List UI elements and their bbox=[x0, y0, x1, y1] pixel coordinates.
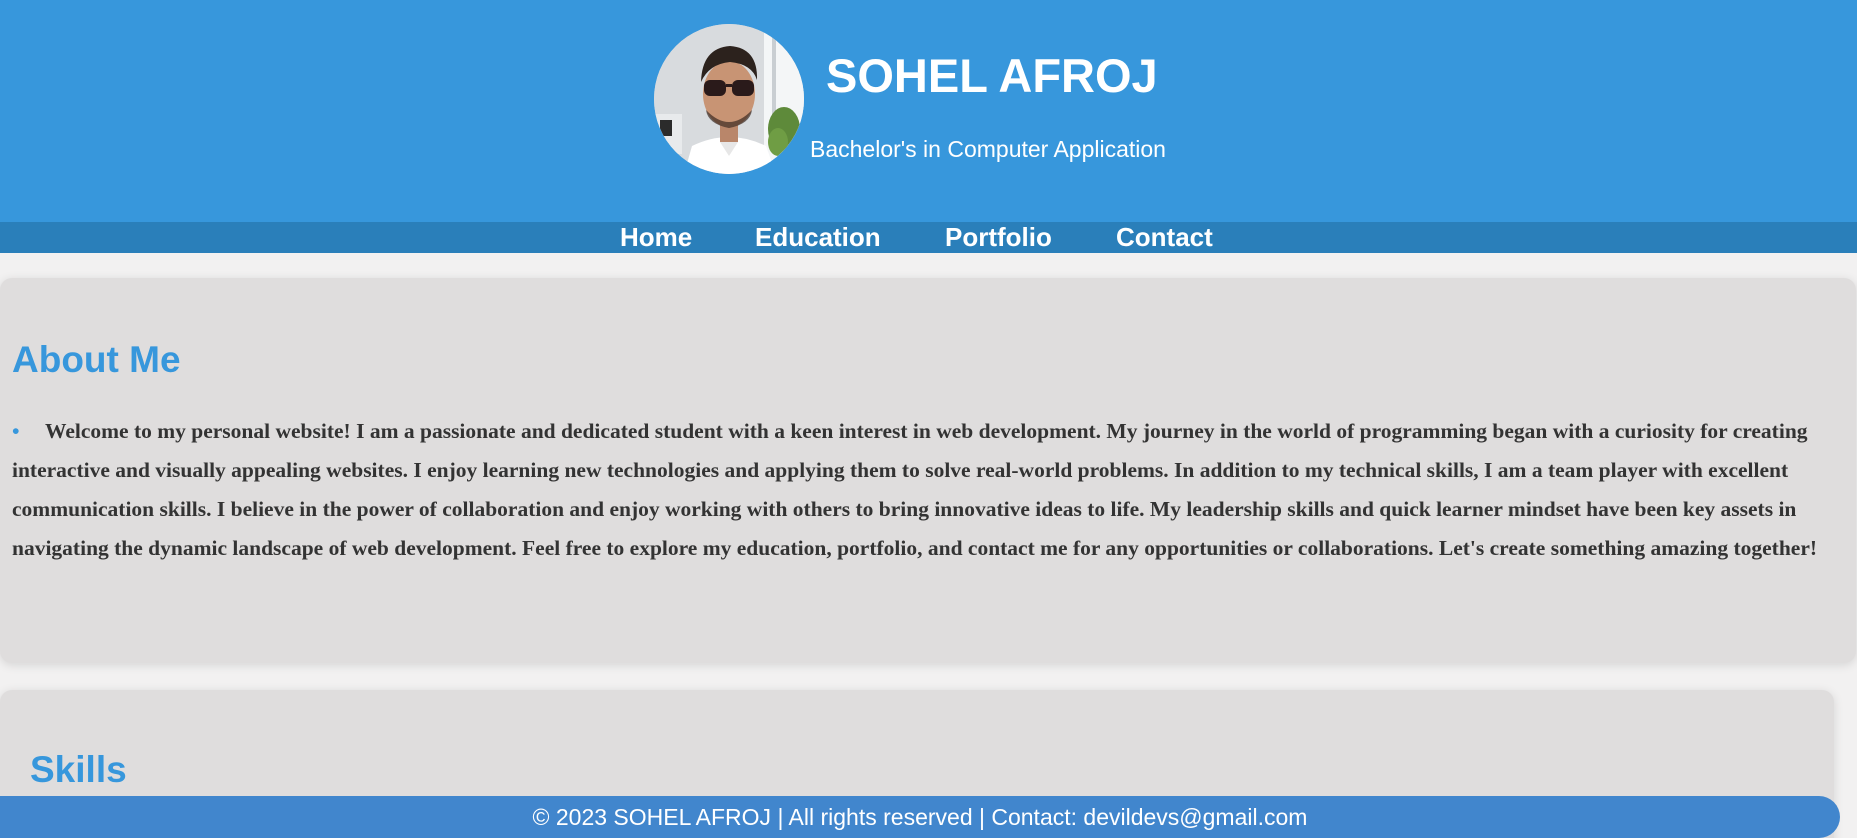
profile-avatar bbox=[654, 24, 804, 174]
site-footer: © 2023 SOHEL AFROJ | All rights reserved… bbox=[0, 796, 1840, 838]
skills-title: Skills bbox=[30, 749, 127, 790]
nav-link-portfolio[interactable]: Portfolio bbox=[945, 222, 1052, 253]
bullet-icon: • bbox=[12, 419, 20, 443]
about-section: About Me • Welcome to my personal website… bbox=[0, 278, 1856, 663]
nav-link-education[interactable]: Education bbox=[755, 222, 881, 253]
about-paragraph: • Welcome to my personal website! I am a … bbox=[12, 412, 1842, 568]
site-header: SOHEL AFROJ Bachelor's in Computer Appli… bbox=[0, 0, 1857, 222]
nav-link-contact[interactable]: Contact bbox=[1116, 222, 1213, 253]
site-name: SOHEL AFROJ bbox=[826, 49, 1158, 102]
main-nav: Home Education Portfolio Contact bbox=[0, 222, 1857, 253]
site-tagline: Bachelor's in Computer Application bbox=[810, 136, 1166, 162]
about-text: Welcome to my personal website! I am a p… bbox=[12, 419, 1818, 560]
footer-text: © 2023 SOHEL AFROJ | All rights reserved… bbox=[532, 804, 1308, 830]
nav-link-home[interactable]: Home bbox=[620, 222, 692, 253]
about-title: About Me bbox=[12, 339, 181, 380]
